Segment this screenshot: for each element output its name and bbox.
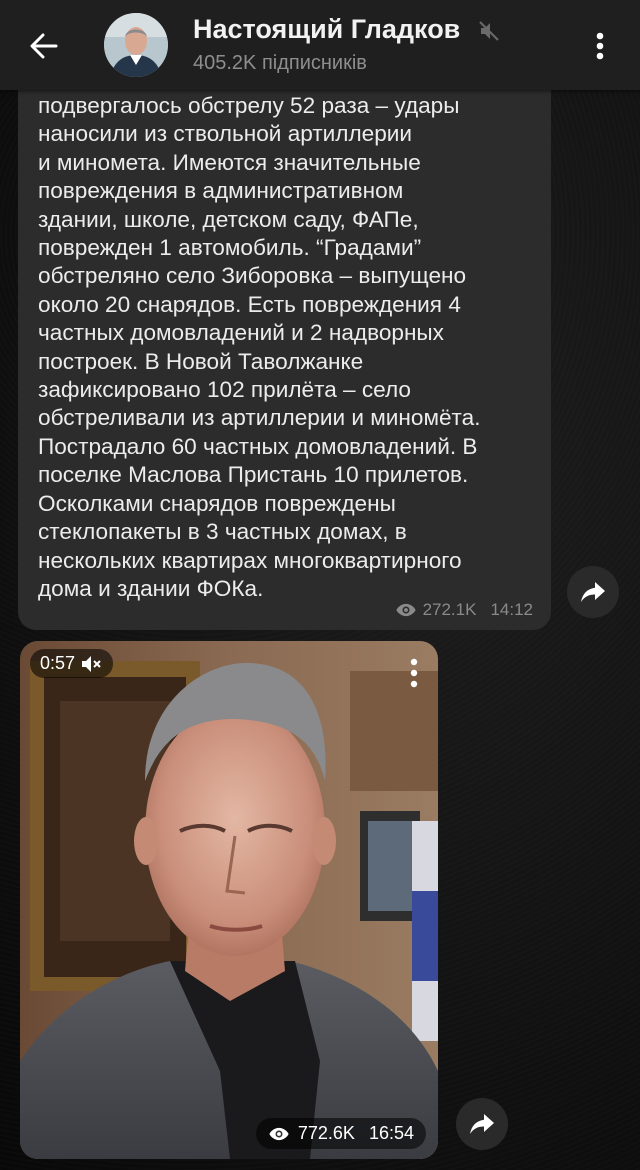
video-thumbnail [20, 641, 438, 1159]
video-duration-badge: 0:57 [30, 649, 114, 678]
video-menu-button[interactable] [402, 653, 426, 693]
message-time: 14:12 [490, 600, 533, 619]
chat-menu-button[interactable] [580, 26, 620, 66]
share-button[interactable] [567, 566, 619, 618]
chat-header: Настоящий Гладков 405.2K підписників [0, 0, 640, 90]
avatar-image [104, 13, 168, 77]
video-time: 16:54 [368, 1123, 414, 1143]
message-views: 272.1K [422, 600, 477, 619]
forward-icon [470, 1114, 494, 1134]
muted-speaker-icon [479, 21, 499, 41]
channel-avatar[interactable] [104, 13, 168, 77]
muted-speaker-icon[interactable] [81, 655, 103, 673]
message-text: подвергалось обстрелу 52 раза – удары на… [38, 93, 481, 601]
subscriber-count: 405.2K підписників [193, 52, 367, 74]
chat-screen: подвергалось обстрелу 52 раза – удары на… [0, 0, 640, 1170]
message-meta: 272.1K 14:12 [395, 600, 533, 620]
arrow-left-icon [30, 33, 58, 59]
views-icon [395, 603, 416, 617]
more-vertical-icon [596, 32, 604, 60]
views-icon [269, 1127, 289, 1140]
more-vertical-icon [410, 658, 418, 688]
back-button[interactable] [20, 22, 68, 70]
message-bubble[interactable]: подвергалось обстрелу 52 раза – удары на… [18, 40, 551, 630]
video-message[interactable]: 0:57 772.6K 16:54 [20, 641, 438, 1159]
video-meta: 772.6K 16:54 [255, 1118, 426, 1149]
share-button[interactable] [456, 1098, 508, 1150]
video-duration: 0:57 [40, 653, 76, 673]
forward-icon [581, 582, 605, 602]
video-views: 772.6K [297, 1123, 355, 1143]
channel-title[interactable]: Настоящий Гладков [193, 14, 460, 45]
